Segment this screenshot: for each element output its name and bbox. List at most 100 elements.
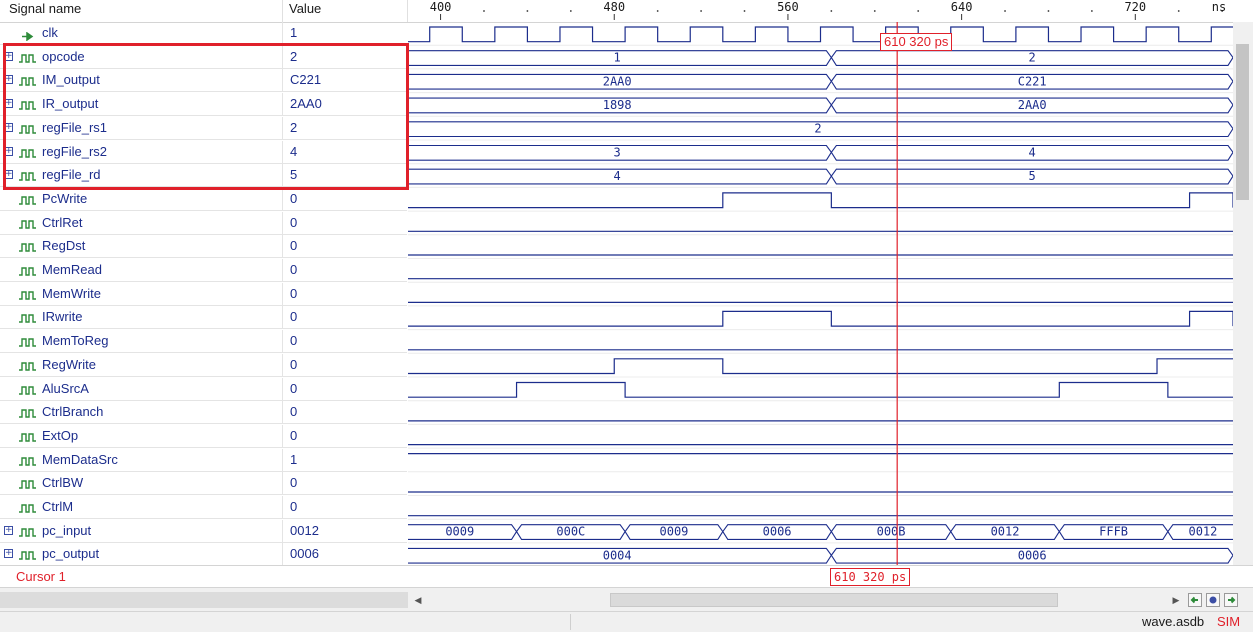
signal-row-CtrlBranch[interactable]: CtrlBranch bbox=[0, 401, 282, 425]
signal-row-pc_output[interactable]: + pc_output bbox=[0, 543, 282, 567]
cursor-name[interactable]: Cursor 1 bbox=[16, 569, 66, 584]
signal-row-MemDataSrc[interactable]: MemDataSrc bbox=[0, 449, 282, 472]
signal-value: 0 bbox=[290, 214, 298, 230]
signal-waveform-icon bbox=[19, 312, 39, 327]
value-column-header[interactable]: Value bbox=[289, 0, 321, 22]
column-divider[interactable] bbox=[282, 0, 283, 22]
expand-icon[interactable]: + bbox=[4, 525, 13, 535]
signal-row-IRwrite[interactable]: IRwrite bbox=[0, 306, 282, 330]
bus-value-label: 2 bbox=[814, 122, 821, 136]
value-row-ExtOp[interactable]: 0 bbox=[282, 424, 407, 448]
signal-row-CtrlM[interactable]: CtrlM bbox=[0, 496, 282, 519]
expand-icon[interactable]: + bbox=[4, 75, 13, 85]
signal-value: 0 bbox=[290, 190, 298, 206]
horizontal-scroll-thumb[interactable] bbox=[610, 593, 1058, 607]
signal-waveform-icon bbox=[19, 123, 39, 138]
signal-row-opcode[interactable]: + opcode bbox=[0, 46, 282, 69]
value-row-IR_output[interactable]: 2AA0 bbox=[282, 93, 407, 117]
expand-icon[interactable]: + bbox=[4, 170, 13, 180]
bit-waveform-PcWrite bbox=[408, 192, 1233, 209]
signal-value: 0 bbox=[290, 309, 298, 325]
signal-list-scrollbar[interactable] bbox=[0, 592, 408, 608]
value-row-regFile_rd[interactable]: 5 bbox=[282, 164, 407, 188]
bus-value-label: 0009 bbox=[445, 525, 474, 539]
signal-row-RegWrite[interactable]: RegWrite bbox=[0, 354, 282, 377]
value-row-MemDataSrc[interactable]: 1 bbox=[282, 448, 407, 472]
cursor-row: Cursor 1 610 320 ps bbox=[0, 565, 1253, 588]
bus-value-label: 0006 bbox=[1018, 548, 1047, 562]
signal-name: clk bbox=[42, 25, 58, 40]
signal-row-clk[interactable]: clk bbox=[0, 22, 282, 45]
signal-name: AluSrcA bbox=[42, 380, 89, 396]
signal-waveform-icon bbox=[19, 526, 39, 541]
expand-icon[interactable]: + bbox=[4, 146, 13, 156]
value-row-clk[interactable]: 1 bbox=[282, 22, 407, 45]
value-row-CtrlBW[interactable]: 0 bbox=[282, 472, 407, 496]
signal-value: 0012 bbox=[290, 522, 319, 538]
signal-row-MemToReg[interactable]: MemToReg bbox=[0, 330, 282, 354]
bus-value-label: 000B bbox=[877, 525, 906, 539]
center-cursor-icon[interactable] bbox=[1206, 593, 1220, 607]
signal-row-MemWrite[interactable]: MemWrite bbox=[0, 283, 282, 306]
signal-row-regFile_rs2[interactable]: + regFile_rs2 bbox=[0, 141, 282, 164]
signal-name: regFile_rs1 bbox=[42, 119, 108, 135]
signal-waveform-icon bbox=[19, 289, 39, 304]
value-row-RegWrite[interactable]: 0 bbox=[282, 353, 407, 377]
value-row-MemRead[interactable]: 0 bbox=[282, 259, 407, 282]
horizontal-scrollbar[interactable]: ◀ bbox=[410, 592, 1170, 608]
value-row-regFile_rs2[interactable]: 4 bbox=[282, 140, 407, 164]
bit-waveform-AluSrcA bbox=[408, 381, 1233, 398]
next-cursor-icon[interactable] bbox=[1224, 593, 1238, 607]
value-row-MemToReg[interactable]: 0 bbox=[282, 330, 407, 354]
value-row-RegDst[interactable]: 0 bbox=[282, 235, 407, 259]
value-row-MemWrite[interactable]: 0 bbox=[282, 282, 407, 306]
signal-value: 0 bbox=[290, 404, 298, 420]
ruler-minor-tick bbox=[873, 10, 876, 12]
status-bar: wave.asdb SIM bbox=[0, 612, 1253, 632]
ruler-unit-label: ns bbox=[1212, 0, 1226, 14]
signal-row-IR_output[interactable]: + IR_output bbox=[0, 93, 282, 117]
signal-name: MemToReg bbox=[42, 333, 109, 349]
signal-name-column-header[interactable]: Signal name bbox=[9, 0, 81, 22]
value-row-PcWrite[interactable]: 0 bbox=[282, 187, 407, 211]
signal-row-pc_input[interactable]: + pc_input bbox=[0, 520, 282, 543]
vertical-scroll-thumb[interactable] bbox=[1236, 44, 1249, 200]
signal-row-PcWrite[interactable]: PcWrite bbox=[0, 188, 282, 211]
value-row-CtrlBranch[interactable]: 0 bbox=[282, 401, 407, 425]
value-row-regFile_rs1[interactable]: 2 bbox=[282, 116, 407, 140]
signal-row-CtrlRet[interactable]: CtrlRet bbox=[0, 212, 282, 235]
signal-row-AluSrcA[interactable]: AluSrcA bbox=[0, 378, 282, 401]
value-row-pc_input[interactable]: 0012 bbox=[282, 519, 407, 543]
signal-row-regFile_rd[interactable]: + regFile_rd bbox=[0, 164, 282, 188]
value-row-IRwrite[interactable]: 0 bbox=[282, 306, 407, 330]
signal-row-MemRead[interactable]: MemRead bbox=[0, 259, 282, 282]
value-row-CtrlM[interactable]: 0 bbox=[282, 496, 407, 519]
vertical-scrollbar[interactable] bbox=[1233, 22, 1253, 565]
signal-row-ExtOp[interactable]: ExtOp bbox=[0, 425, 282, 448]
value-row-pc_output[interactable]: 0006 bbox=[282, 543, 407, 567]
scroll-left-icon[interactable]: ◀ bbox=[410, 592, 426, 608]
cursor-time-marker[interactable]: 610 320 ps bbox=[880, 33, 953, 51]
bus-value-label: 4 bbox=[1029, 145, 1036, 159]
signal-waveform-icon bbox=[19, 52, 39, 67]
input-port-icon bbox=[22, 29, 34, 44]
signal-row-RegDst[interactable]: RegDst bbox=[0, 235, 282, 259]
signal-row-CtrlBW[interactable]: CtrlBW bbox=[0, 472, 282, 496]
ruler-minor-tick bbox=[656, 10, 659, 12]
waveform-area[interactable]: 1 2 2AA0 C221 1898 2AA0 2 3 4 4 5 0009 000C 0009 0006 0… bbox=[408, 22, 1233, 565]
expand-icon[interactable]: + bbox=[4, 122, 13, 132]
value-row-opcode[interactable]: 2 bbox=[282, 45, 407, 69]
value-row-IM_output[interactable]: C221 bbox=[282, 69, 407, 93]
cursor-time-readout[interactable]: 610 320 ps bbox=[830, 568, 911, 586]
scroll-right-icon[interactable]: ▶ bbox=[1168, 592, 1184, 608]
value-row-AluSrcA[interactable]: 0 bbox=[282, 377, 407, 401]
bus-value-label: FFFB bbox=[1099, 525, 1128, 539]
signal-row-regFile_rs1[interactable]: + regFile_rs1 bbox=[0, 117, 282, 140]
signal-row-IM_output[interactable]: + IM_output bbox=[0, 69, 282, 93]
previous-cursor-icon[interactable] bbox=[1188, 593, 1202, 607]
signal-waveform-icon bbox=[19, 265, 39, 280]
expand-icon[interactable]: + bbox=[4, 549, 13, 559]
expand-icon[interactable]: + bbox=[4, 99, 13, 109]
value-row-CtrlRet[interactable]: 0 bbox=[282, 211, 407, 235]
expand-icon[interactable]: + bbox=[4, 51, 13, 61]
